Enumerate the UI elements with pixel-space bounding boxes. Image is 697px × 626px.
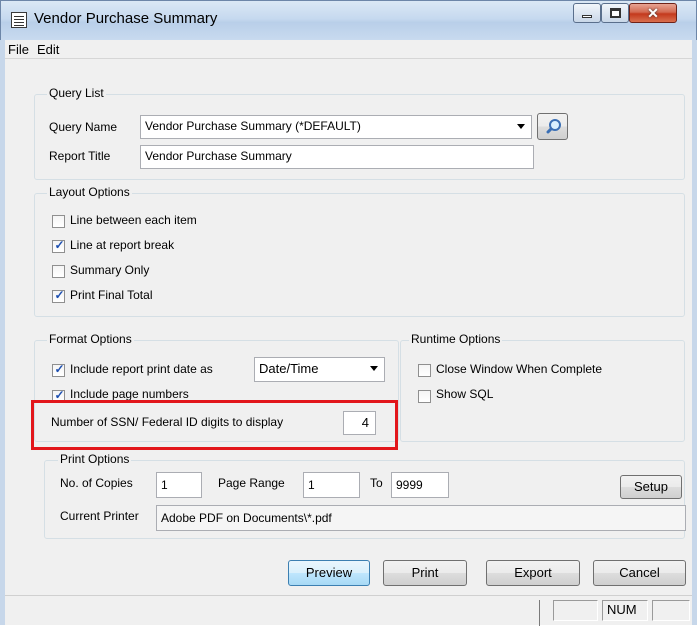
search-icon bbox=[546, 119, 561, 134]
print-options-legend: Print Options bbox=[58, 452, 132, 466]
format-options-legend: Format Options bbox=[47, 332, 134, 346]
print-button[interactable]: Print bbox=[383, 560, 467, 586]
query-search-button[interactable] bbox=[537, 113, 568, 140]
checkbox-print-final-total[interactable]: ✓ bbox=[52, 288, 65, 303]
current-printer-field: Adobe PDF on Documents\*.pdf bbox=[156, 505, 686, 531]
runtime-options-legend: Runtime Options bbox=[409, 332, 503, 346]
chevron-down-icon bbox=[517, 124, 525, 129]
minimize-button[interactable] bbox=[573, 3, 601, 23]
line-at-report-break-label: Line at report break bbox=[70, 238, 175, 252]
include-page-numbers-label: Include page numbers bbox=[70, 387, 189, 401]
copies-input[interactable]: 1 bbox=[156, 472, 202, 498]
checkbox-line-between-items[interactable] bbox=[52, 215, 65, 228]
export-button[interactable]: Export bbox=[486, 560, 580, 586]
show-sql-label: Show SQL bbox=[436, 387, 494, 401]
query-name-value: Vendor Purchase Summary (*DEFAULT) bbox=[145, 119, 361, 133]
cancel-button[interactable]: Cancel bbox=[593, 560, 686, 586]
app-icon bbox=[11, 12, 27, 28]
title-bar[interactable]: Vendor Purchase Summary ✕ bbox=[0, 0, 697, 40]
query-list-legend: Query List bbox=[47, 86, 106, 100]
minimize-icon bbox=[582, 15, 592, 18]
print-final-total-label: Print Final Total bbox=[70, 288, 153, 302]
status-divider bbox=[539, 600, 540, 626]
checkbox-show-sql[interactable] bbox=[418, 390, 431, 403]
report-title-label: Report Title bbox=[49, 149, 111, 163]
chevron-down-icon bbox=[370, 366, 378, 371]
checkbox-close-window[interactable] bbox=[418, 364, 431, 377]
preview-button[interactable]: Preview bbox=[288, 560, 370, 586]
line-between-items-label: Line between each item bbox=[70, 213, 197, 227]
query-name-label: Query Name bbox=[49, 120, 118, 134]
status-panel-extra bbox=[652, 600, 690, 621]
status-panel-empty bbox=[553, 600, 598, 621]
checkbox-summary-only[interactable] bbox=[52, 265, 65, 278]
print-date-format-value: Date/Time bbox=[259, 361, 319, 376]
copies-label: No. of Copies bbox=[60, 476, 133, 490]
page-to-input[interactable]: 9999 bbox=[391, 472, 449, 498]
status-bar: NUM bbox=[5, 595, 692, 626]
menu-bar: File Edit bbox=[5, 40, 692, 59]
print-date-format-select[interactable]: Date/Time bbox=[254, 357, 385, 382]
page-to-label: To bbox=[370, 476, 383, 490]
window-title: Vendor Purchase Summary bbox=[34, 10, 218, 27]
include-print-date-label: Include report print date as bbox=[70, 362, 213, 376]
page-range-label: Page Range bbox=[218, 476, 285, 490]
checkmark-icon: ✓ bbox=[54, 288, 65, 302]
menu-file[interactable]: File bbox=[8, 42, 29, 57]
page-from-input[interactable]: 1 bbox=[303, 472, 360, 498]
query-name-select[interactable]: Vendor Purchase Summary (*DEFAULT) bbox=[140, 115, 532, 139]
report-title-input[interactable]: Vendor Purchase Summary bbox=[140, 145, 534, 169]
maximize-button[interactable] bbox=[601, 3, 629, 23]
close-window-label: Close Window When Complete bbox=[436, 362, 603, 376]
layout-options-legend: Layout Options bbox=[47, 185, 132, 199]
checkbox-line-at-report-break[interactable]: ✓ bbox=[52, 238, 65, 253]
summary-only-label: Summary Only bbox=[70, 263, 150, 277]
menu-edit[interactable]: Edit bbox=[37, 42, 59, 57]
status-num: NUM bbox=[602, 600, 648, 621]
setup-button[interactable]: Setup bbox=[620, 475, 682, 499]
checkmark-icon: ✓ bbox=[54, 362, 65, 376]
highlight-annotation bbox=[31, 400, 398, 450]
current-printer-label: Current Printer bbox=[60, 509, 139, 523]
checkbox-include-print-date[interactable]: ✓ bbox=[52, 362, 65, 377]
checkmark-icon: ✓ bbox=[54, 238, 65, 252]
maximize-icon bbox=[610, 8, 621, 18]
close-icon: ✕ bbox=[647, 5, 659, 21]
close-button[interactable]: ✕ bbox=[629, 3, 677, 23]
